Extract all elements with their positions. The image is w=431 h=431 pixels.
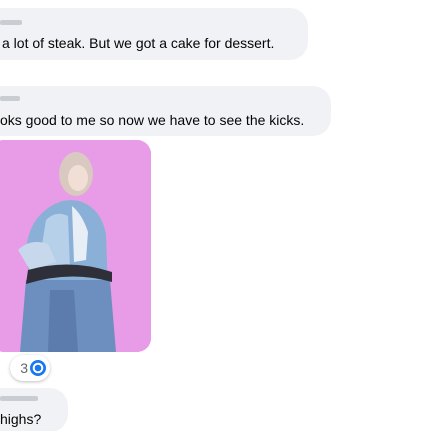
message-bubble[interactable]: oks good to me so now we have to see the… (0, 86, 331, 136)
message-bubble[interactable]: highs? (0, 388, 68, 431)
message-bubble[interactable]: a lot of steak. But we got a cake for de… (0, 8, 308, 60)
sender-name-redacted (0, 96, 20, 101)
message-text: a lot of steak. But we got a cake for de… (2, 35, 275, 51)
message-text: oks good to me so now we have to see the… (0, 112, 305, 128)
photo-image (0, 140, 151, 352)
photo-attachment[interactable] (0, 140, 151, 352)
reaction-chip[interactable]: 3 (10, 355, 50, 381)
reaction-count: 3 (20, 360, 28, 376)
sender-name-redacted (0, 396, 38, 401)
reaction-icon (30, 360, 46, 376)
message-text: highs? (0, 411, 42, 427)
chat-thread: a lot of steak. But we got a cake for de… (0, 0, 431, 431)
sender-name-redacted (0, 20, 22, 25)
